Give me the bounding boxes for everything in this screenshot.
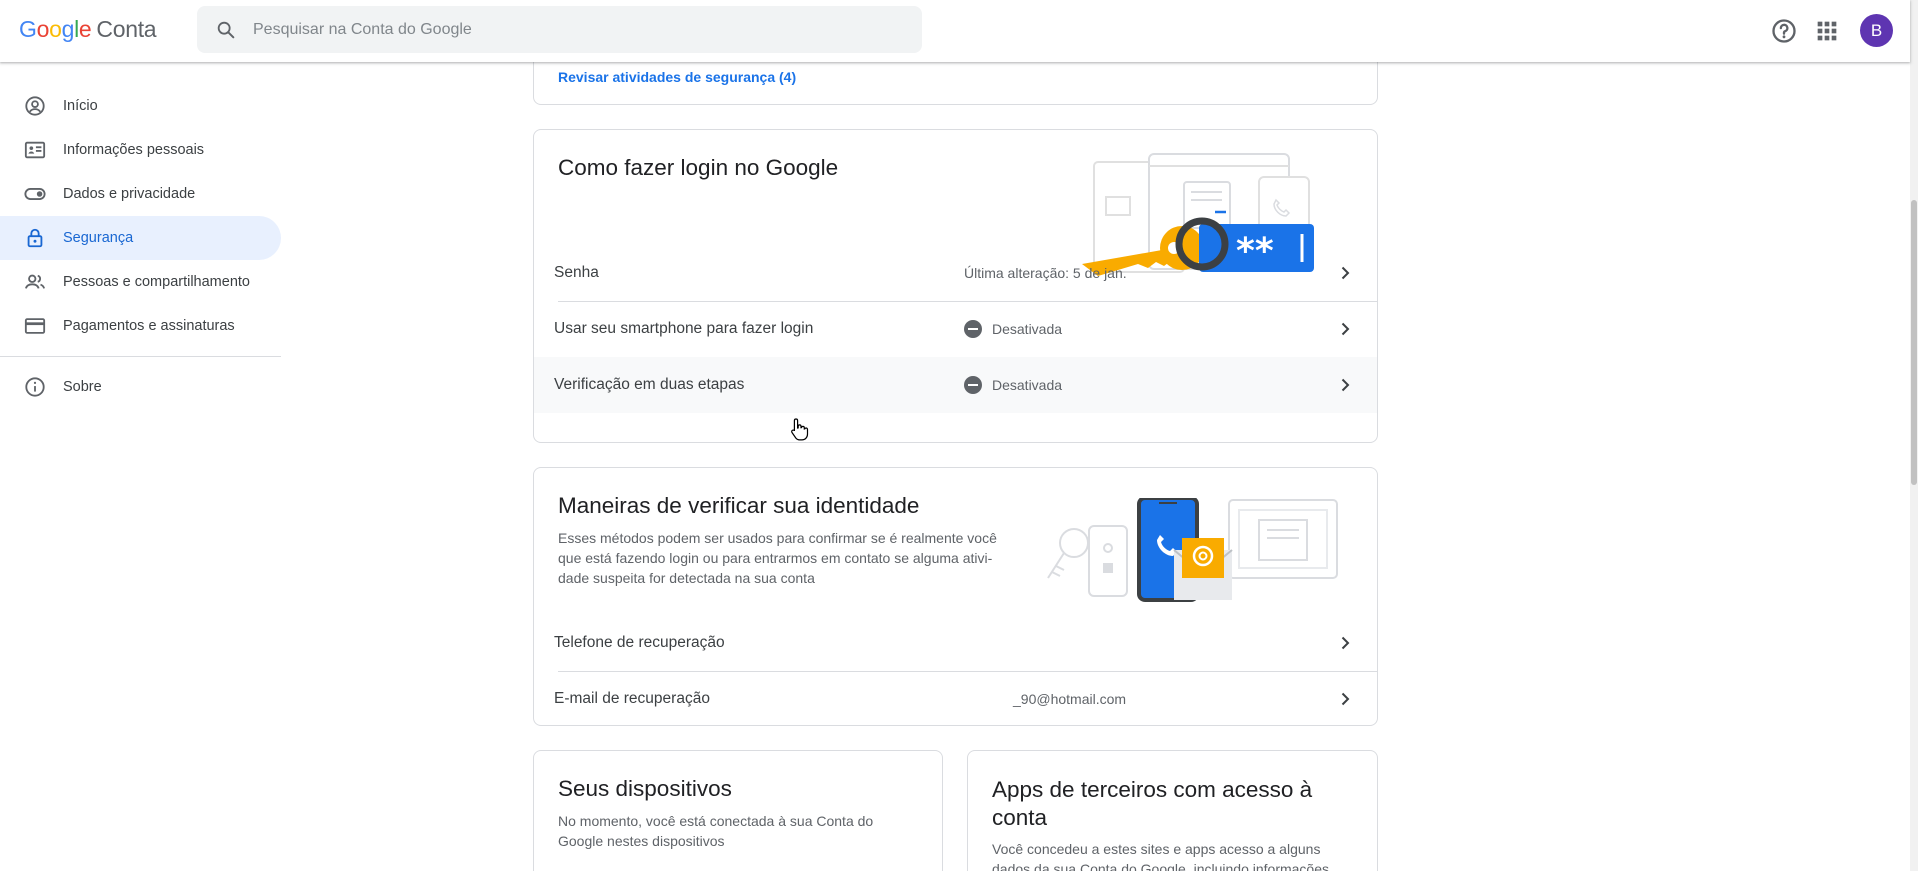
description-line: dados da sua Conta do Google, incluindo … [992, 861, 1329, 871]
logo-letter: o [36, 16, 50, 42]
two-step-verification-status: Desativada [964, 376, 1062, 394]
identity-card-description: Esses métodos podem ser usados para conf… [558, 528, 1018, 588]
sidebar-item-dados-privacidade[interactable]: Dados e privacidade [0, 172, 281, 216]
apps-grid-icon[interactable] [1813, 17, 1841, 45]
disabled-status-icon [964, 376, 982, 394]
title-line: conta [992, 805, 1048, 830]
phone-login-status-text: Desativada [992, 321, 1063, 337]
sidebar-item-label: Pessoas e compartilhamento [63, 274, 250, 290]
chevron-right-icon [1341, 378, 1350, 392]
help-icon[interactable] [1770, 17, 1798, 45]
description-line: Esses métodos podem ser usados para conf… [558, 530, 997, 546]
sidebar-divider [0, 356, 281, 357]
sidebar-item-pagamentos-assinaturas[interactable]: Pagamentos e assinaturas [0, 304, 281, 348]
sidebar-item-label: Dados e privacidade [63, 186, 196, 202]
people-icon [24, 271, 46, 293]
credit-card-icon [24, 315, 46, 337]
info-icon [24, 376, 46, 398]
chevron-right-icon [1341, 266, 1350, 280]
logo-letter: G [19, 16, 37, 42]
sidebar-item-label: Sobre [63, 379, 102, 395]
phone-login-status: Desativada [964, 320, 1062, 338]
devices-card[interactable]: Seus dispositivos No momento, você está … [533, 750, 943, 871]
account-circle-icon [24, 95, 46, 117]
review-security-activity-link[interactable]: Revisar atividades de segurança (4) [558, 69, 796, 85]
hand-cursor-icon [791, 418, 809, 441]
login-card: Como fazer login no Google ** Senha Últi… [533, 129, 1378, 443]
description-line: que está fazendo login ou para entrarmos… [558, 550, 993, 566]
chevron-right-icon [1341, 322, 1350, 336]
third-party-card-description: Você concedeu a estes sites e apps acess… [992, 839, 1362, 871]
sidebar-item-inicio[interactable]: Início [0, 84, 281, 128]
sidebar-item-label: Pagamentos e assinaturas [63, 318, 235, 334]
logo-letter: g [61, 16, 75, 42]
two-step-verification-status-text: Desativada [992, 377, 1063, 393]
third-party-card-title: Apps de terceiros com acesso à conta [992, 776, 1312, 832]
sidebar-item-pessoas-compartilhamento[interactable]: Pessoas e compartilhamento [0, 260, 281, 304]
recovery-phone-label: Telefone de recuperação [554, 634, 725, 651]
id-card-icon [24, 139, 46, 161]
description-line: Você concedeu a estes sites e apps acess… [992, 841, 1321, 857]
logo-letter: o [49, 16, 62, 42]
devices-card-description: No momento, você está conectada à sua Co… [558, 811, 928, 851]
logo-suffix: Conta [96, 16, 157, 42]
password-row[interactable]: Senha Última alteração: 5 de jan. [534, 245, 1377, 301]
avatar[interactable]: B [1860, 14, 1893, 47]
login-card-title: Como fazer login no Google [558, 155, 839, 180]
identity-card-title: Maneiras de verificar sua identidade [558, 493, 920, 518]
phone-login-row-label: Usar seu smartphone para fazer login [554, 320, 814, 337]
toggle-icon [24, 183, 46, 205]
logo-letter: e [78, 16, 92, 42]
identity-verification-card: Maneiras de verificar sua identidade Ess… [533, 467, 1378, 726]
third-party-apps-card[interactable]: Apps de terceiros com acesso à conta Voc… [967, 750, 1378, 871]
title-line: Apps de terceiros com acesso à [992, 777, 1313, 802]
recovery-email-value: _90@hotmail.com [1013, 691, 1127, 707]
sidebar-item-label: Segurança [63, 230, 134, 246]
two-step-verification-row[interactable]: Verificação em duas etapas Desativada [534, 357, 1377, 413]
recovery-email-label: E-mail de recuperação [554, 690, 710, 707]
search-bar[interactable] [197, 6, 922, 53]
sidebar-item-seguranca[interactable]: Segurança [0, 216, 281, 260]
sidebar-item-sobre[interactable]: Sobre [0, 365, 281, 409]
password-row-value: Última alteração: 5 de jan. [964, 265, 1127, 281]
sidebar-nav: Início Informações pessoais Dados e priv… [0, 84, 281, 409]
search-icon[interactable] [215, 19, 237, 41]
disabled-status-icon [964, 320, 982, 338]
recovery-email-row[interactable]: E-mail de recuperação _90@hotmail.com [534, 671, 1377, 725]
two-step-verification-label: Verificação em duas etapas [554, 376, 745, 393]
top-app-bar: GoogleConta B [0, 0, 1910, 62]
search-input[interactable] [253, 6, 903, 53]
identity-illustration [1047, 498, 1338, 602]
recovery-phone-row[interactable]: Telefone de recuperação [534, 615, 1377, 671]
page-scrollbar[interactable] [1910, 0, 1918, 871]
scrollbar-thumb[interactable] [1911, 200, 1917, 485]
description-line: Google nestes dispositivos [558, 833, 725, 849]
sidebar-item-label: Informações pessoais [63, 142, 205, 158]
chevron-right-icon [1341, 636, 1350, 650]
sidebar-item-label: Início [63, 98, 98, 114]
description-line: No momento, você está conectada à sua Co… [558, 813, 874, 829]
google-account-logo[interactable]: Google Conta [19, 16, 157, 43]
description-line: dade suspeita for detectada na sua conta [558, 570, 815, 586]
phone-login-row[interactable]: Usar seu smartphone para fazer login Des… [534, 301, 1377, 357]
lock-icon [24, 227, 46, 249]
chevron-right-icon [1341, 692, 1350, 706]
password-row-label: Senha [554, 264, 599, 281]
sidebar-item-informacoes-pessoais[interactable]: Informações pessoais [0, 128, 281, 172]
devices-card-title: Seus dispositivos [558, 776, 732, 801]
